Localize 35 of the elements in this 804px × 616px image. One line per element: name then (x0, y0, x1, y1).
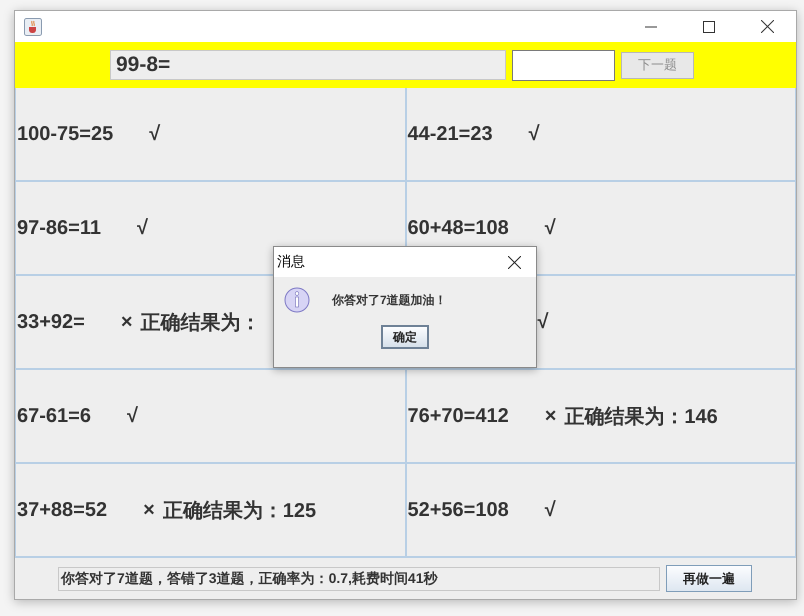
cup-icon (24, 18, 42, 36)
answer-input[interactable] (512, 50, 615, 80)
maximize-icon[interactable] (703, 20, 715, 32)
correction-text: 正确结果为：125 (162, 498, 316, 524)
expression-text: 44-21=23 (408, 122, 493, 146)
expression-text: 100-75=25 (17, 122, 114, 146)
ok-button[interactable]: 确定 (381, 325, 429, 349)
summary-field: 你答对了7道题，答错了3道题，正确率为：0.7,耗费时间41秒 (58, 566, 660, 590)
close-icon[interactable] (760, 20, 774, 33)
correction-text: 正确结果为：146 (564, 404, 718, 430)
tick-mark: √ (538, 310, 548, 334)
tick-mark: √ (126, 404, 138, 428)
tick-mark: √ (149, 122, 160, 146)
minimize-icon[interactable] (645, 26, 657, 28)
expression-text: 67-61=6 (17, 404, 91, 428)
retry-button[interactable]: 再做一遍 (666, 565, 752, 592)
expression-text: 60+48=108 (408, 216, 509, 240)
expression-text: 97-86=11 (17, 216, 101, 240)
expression-text: 52+56=108 (408, 498, 509, 522)
tick-mark: √ (544, 498, 556, 522)
close-icon[interactable] (508, 256, 520, 268)
expression-text: 33+92= (17, 310, 85, 334)
expression-field: 99-8= (110, 50, 506, 80)
correction-text: 正确结果为： (140, 310, 261, 336)
expression-text: 76+70=412 (408, 404, 509, 428)
dialog-message: 你答对了7道题加油！ (332, 292, 447, 308)
tick-mark: √ (528, 122, 540, 146)
tick-mark: √ (136, 216, 148, 240)
cross-mark: × (143, 498, 155, 522)
dialog-title: 消息 (277, 253, 305, 271)
cross-mark: × (544, 404, 556, 428)
cross-mark: × (120, 310, 133, 334)
info-icon (284, 287, 310, 313)
tick-mark: √ (544, 216, 556, 240)
expression-text: 37+88=52 (17, 498, 108, 522)
